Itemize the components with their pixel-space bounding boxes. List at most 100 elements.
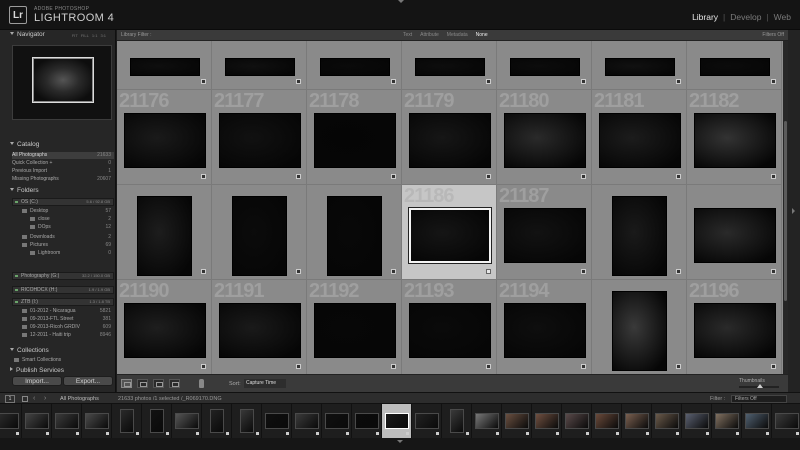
edited-badge-icon[interactable]: [391, 269, 396, 274]
right-panel-collapsed[interactable]: [788, 30, 800, 392]
filmstrip-cell[interactable]: [322, 404, 352, 438]
filmstrip-cell[interactable]: [292, 404, 322, 438]
filmstrip-cell[interactable]: [682, 404, 712, 438]
filmstrip-thumbnail[interactable]: [685, 413, 709, 429]
folder-row[interactable]: Desktop 57: [22, 208, 114, 215]
photo-thumbnail[interactable]: [407, 207, 492, 264]
filmstrip-thumbnail[interactable]: [210, 409, 224, 433]
loupe-view-button[interactable]: [137, 379, 148, 388]
filmstrip-cell[interactable]: [712, 404, 742, 438]
filmstrip-cell[interactable]: [592, 404, 622, 438]
folder-row[interactable]: 01-2012 - Nicaragua 5821: [22, 308, 114, 315]
volume-os-c[interactable]: OS (C:) 5.6 / 92.8 GB: [12, 198, 114, 206]
collapse-filmstrip-icon[interactable]: [397, 440, 403, 443]
filmstrip-thumbnail[interactable]: [775, 413, 799, 429]
grid-cell[interactable]: 21194: [497, 280, 592, 374]
folder-row[interactable]: 12-2011 - Haiti trip 8946: [22, 332, 114, 339]
edited-badge-icon[interactable]: [771, 79, 776, 84]
folder-row[interactable]: Lightroom 0: [30, 250, 114, 257]
filmstrip-thumbnail[interactable]: [25, 413, 49, 429]
secondary-window-button[interactable]: 1: [5, 395, 15, 403]
edited-badge-icon[interactable]: [771, 364, 776, 369]
filmstrip-cell[interactable]: [112, 404, 142, 438]
filmstrip-thumbnail[interactable]: [120, 409, 134, 433]
catalog-item-all-photographs[interactable]: All Photographs 21633: [12, 152, 114, 159]
folders-header[interactable]: Folders: [10, 186, 114, 196]
filmstrip-thumbnail[interactable]: [175, 413, 199, 429]
grid-cell[interactable]: 21182: [687, 90, 782, 185]
edited-badge-icon[interactable]: [486, 174, 491, 179]
edited-badge-icon[interactable]: [391, 174, 396, 179]
grid-cell[interactable]: 21186: [402, 185, 497, 280]
filmstrip-thumbnail[interactable]: [595, 413, 619, 429]
filmstrip-thumbnail[interactable]: [535, 413, 559, 429]
grid-cell[interactable]: [592, 41, 687, 90]
collection-smart-collections[interactable]: Smart Collections: [14, 357, 114, 364]
photo-thumbnail[interactable]: [612, 195, 667, 276]
edited-badge-icon[interactable]: [486, 364, 491, 369]
back-arrow-icon[interactable]: ‹: [33, 395, 35, 403]
edited-badge-icon[interactable]: [296, 269, 301, 274]
forward-arrow-icon[interactable]: ›: [44, 395, 46, 403]
slider-knob[interactable]: [757, 384, 763, 388]
edited-badge-icon[interactable]: [771, 269, 776, 274]
grid-cell[interactable]: 21193: [402, 280, 497, 374]
filmstrip-thumbnail[interactable]: [150, 409, 164, 433]
filmstrip-cell[interactable]: [0, 404, 22, 438]
photo-thumbnail[interactable]: [313, 303, 396, 358]
filmstrip-thumbnail[interactable]: [240, 409, 254, 433]
grid-view-button[interactable]: [121, 379, 132, 388]
folder-row[interactable]: 09-2013-Ricoh GRDIV 609: [22, 324, 114, 331]
edited-badge-icon[interactable]: [296, 79, 301, 84]
filmstrip-cell[interactable]: [22, 404, 52, 438]
photo-thumbnail[interactable]: [123, 113, 206, 168]
grid-cell[interactable]: [212, 185, 307, 280]
folder-row[interactable]: 09-2013-FTL Street 381: [22, 316, 114, 323]
compare-view-button[interactable]: [153, 379, 164, 388]
filmstrip-thumbnail[interactable]: [625, 413, 649, 429]
collapse-top-panel-icon[interactable]: [398, 0, 404, 3]
edited-badge-icon[interactable]: [581, 364, 586, 369]
filmstrip-cell[interactable]: [142, 404, 172, 438]
filmstrip-cell[interactable]: [532, 404, 562, 438]
filmstrip-filter-dropdown[interactable]: Filters Off: [731, 395, 787, 403]
filmstrip-cell[interactable]: [202, 404, 232, 438]
filmstrip-thumbnail[interactable]: [0, 413, 19, 429]
volume-ricohdcx-h[interactable]: RICOHDCX (H:) 1.9 / 1.9 GB: [12, 286, 114, 294]
photo-thumbnail[interactable]: [503, 113, 586, 168]
photo-thumbnail[interactable]: [137, 195, 192, 276]
grid-cell[interactable]: 21196: [687, 280, 782, 374]
photo-thumbnail[interactable]: [598, 113, 681, 168]
painter-spray-icon[interactable]: [199, 379, 204, 388]
filmstrip-cell[interactable]: [562, 404, 592, 438]
filmstrip-thumbnail[interactable]: [55, 413, 79, 429]
import-button[interactable]: Import...: [12, 376, 62, 386]
filmstrip-cell[interactable]: [352, 404, 382, 438]
filmstrip-cell[interactable]: [82, 404, 112, 438]
photo-thumbnail[interactable]: [218, 113, 301, 168]
filmstrip-cell[interactable]: [232, 404, 262, 438]
catalog-item-previous-import[interactable]: Previous Import 1: [12, 168, 114, 175]
thumbnail-size-slider[interactable]: [739, 384, 779, 388]
photo-thumbnail[interactable]: [693, 113, 776, 168]
publish-services-header[interactable]: Publish Services: [10, 366, 114, 376]
photo-thumbnail[interactable]: [414, 58, 485, 76]
filmstrip-thumbnail[interactable]: [745, 413, 769, 429]
filmstrip-cell[interactable]: [622, 404, 652, 438]
edited-badge-icon[interactable]: [676, 269, 681, 274]
grid-cell[interactable]: 21176: [117, 90, 212, 185]
photo-thumbnail[interactable]: [232, 195, 287, 276]
edited-badge-icon[interactable]: [676, 364, 681, 369]
edited-badge-icon[interactable]: [771, 174, 776, 179]
navigator-view-rectangle[interactable]: [32, 57, 94, 103]
edited-badge-icon[interactable]: [581, 269, 586, 274]
folder-row[interactable]: Pictures 69: [22, 242, 114, 249]
zoom-3-1[interactable]: 3:1: [100, 31, 106, 41]
export-button[interactable]: Export...: [63, 376, 113, 386]
grid-cell[interactable]: [592, 280, 687, 374]
grid-cell[interactable]: [592, 185, 687, 280]
photo-thumbnail[interactable]: [408, 113, 491, 168]
filmstrip-source[interactable]: All Photographs: [60, 396, 99, 402]
filmstrip-thumbnail[interactable]: [655, 413, 679, 429]
grid-cell[interactable]: 21190: [117, 280, 212, 374]
